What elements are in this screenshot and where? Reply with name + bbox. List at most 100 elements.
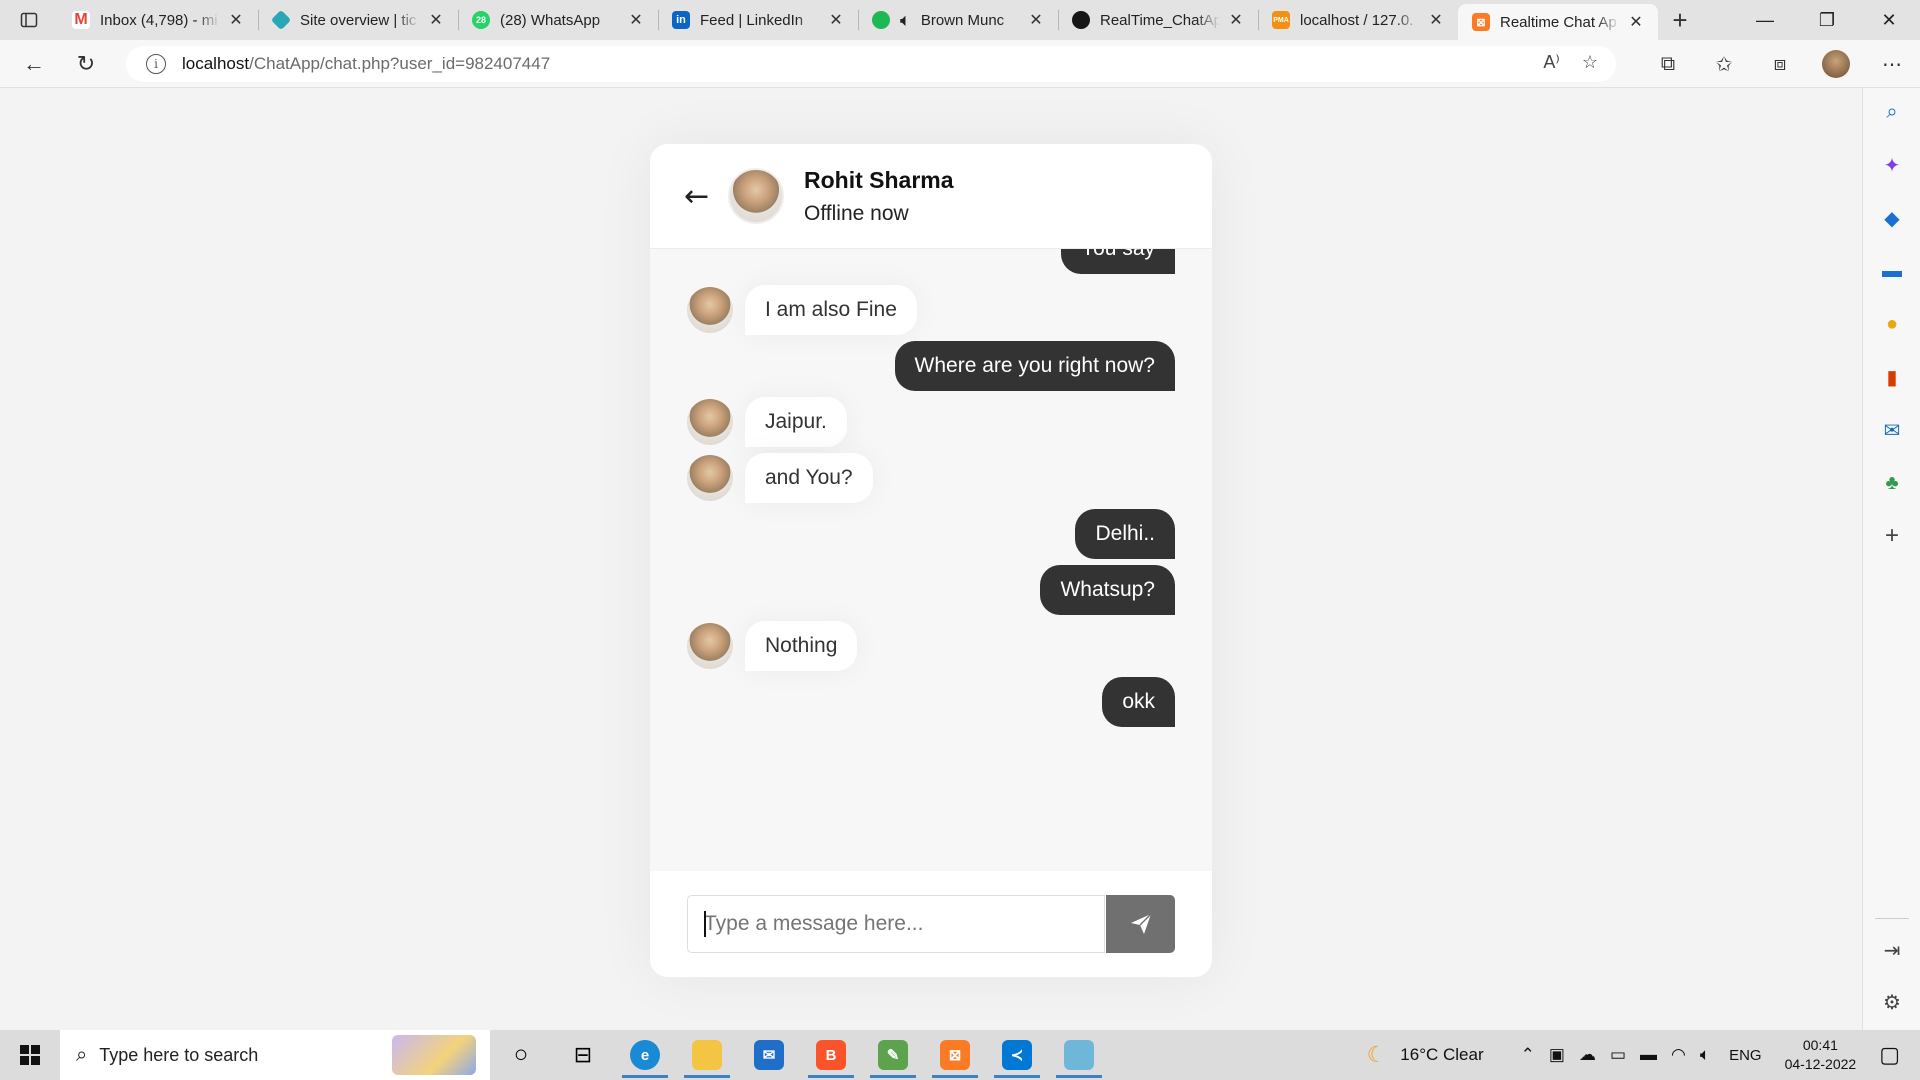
- chevron-up-icon[interactable]: ⌃: [1514, 1045, 1542, 1065]
- cloud-icon[interactable]: ☁: [1572, 1045, 1603, 1065]
- message-bubble: Delhi..: [1075, 509, 1175, 559]
- battery-icon[interactable]: ▬: [1633, 1045, 1664, 1065]
- collections-icon: ⧈: [1773, 52, 1787, 75]
- tab-close-icon[interactable]: ✕: [1226, 10, 1246, 30]
- back-arrow-icon[interactable]: ←: [684, 179, 718, 214]
- message-bubble: Where are you right now?: [894, 341, 1175, 391]
- tab-spotify[interactable]: 🔈︎ Brown Munc ✕: [858, 0, 1058, 40]
- outgoing-message: Delhi..: [1075, 509, 1175, 559]
- message-input[interactable]: [687, 895, 1105, 953]
- chat-box[interactable]: You say I am also Fine Where are you rig…: [650, 224, 1212, 871]
- shopping-tag-icon[interactable]: ◆: [1876, 202, 1908, 234]
- clock[interactable]: 00:41 04-12-2022: [1769, 1036, 1873, 1074]
- tools-icon[interactable]: ▬: [1876, 255, 1908, 287]
- tab-actions-button[interactable]: [0, 0, 58, 40]
- settings-menu-button[interactable]: ⋯: [1864, 40, 1920, 88]
- outgoing-message: okk: [1102, 677, 1175, 727]
- message-bubble: Nothing: [745, 621, 858, 671]
- taskbar-search[interactable]: ⌕ Type here to search: [60, 1030, 490, 1080]
- close-icon: ✕: [1881, 9, 1897, 30]
- address-bar[interactable]: i localhost/ChatApp/chat.php?user_id=982…: [126, 46, 1616, 82]
- diamond-icon: [270, 9, 292, 31]
- xampp-icon: ⊠: [1472, 13, 1490, 31]
- weather-text[interactable]: 16°C Clear: [1393, 1045, 1513, 1065]
- close-window-button[interactable]: ✕: [1858, 0, 1920, 40]
- send-button[interactable]: [1106, 895, 1175, 953]
- camera-icon[interactable]: ▣: [1542, 1045, 1572, 1065]
- back-button[interactable]: ←: [8, 40, 60, 88]
- tab-close-icon[interactable]: ✕: [626, 10, 646, 30]
- collections-button[interactable]: ⧈: [1752, 40, 1808, 88]
- outlook-icon[interactable]: ✉: [1876, 414, 1908, 446]
- message-bubble: Whatsup?: [1040, 565, 1175, 615]
- xampp-icon: ⊠: [940, 1040, 970, 1070]
- tab-realtime-chat[interactable]: ⊠ Realtime Chat Ap ✕: [1458, 4, 1658, 40]
- incoming-message: and You?: [687, 453, 873, 503]
- tab-gmail[interactable]: M Inbox (4,798) - mi ✕: [58, 0, 258, 40]
- start-button[interactable]: [0, 1030, 60, 1080]
- tab-phpmyadmin[interactable]: PMA localhost / 127.0. ✕: [1258, 0, 1458, 40]
- paper-plane-icon: [1130, 913, 1152, 934]
- new-tab-button[interactable]: +: [1658, 0, 1702, 40]
- incoming-message: Jaipur.: [687, 397, 847, 447]
- message-bubble: okk: [1102, 677, 1175, 727]
- cortana-button[interactable]: ○: [490, 1030, 552, 1080]
- edge-taskbar-app[interactable]: e: [614, 1030, 676, 1080]
- extensions-button[interactable]: ⧉: [1640, 40, 1696, 88]
- tab-close-icon[interactable]: ✕: [226, 10, 246, 30]
- office-icon[interactable]: ▮: [1876, 361, 1908, 393]
- wifi-icon[interactable]: ◠: [1664, 1045, 1693, 1065]
- back-arrow-icon: ←: [23, 50, 45, 76]
- avatar: [687, 455, 733, 501]
- tab-linkedin[interactable]: in Feed | LinkedIn ✕: [658, 0, 858, 40]
- restore-button[interactable]: ❐: [1796, 0, 1858, 40]
- notepad-taskbar-app[interactable]: ✎: [862, 1030, 924, 1080]
- notifications-icon[interactable]: ▢: [1872, 1042, 1920, 1068]
- tab-title: Realtime Chat Ap: [1500, 13, 1617, 31]
- language-indicator[interactable]: ENG: [1717, 1047, 1769, 1064]
- minimize-button[interactable]: —: [1734, 0, 1796, 40]
- volume-icon[interactable]: 🔈︎: [1693, 1045, 1717, 1065]
- cortana-icon: ○: [513, 1041, 529, 1068]
- games-icon[interactable]: ●: [1876, 308, 1908, 340]
- tab-close-icon[interactable]: ✕: [1426, 10, 1446, 30]
- tab-github[interactable]: RealTime_ChatAp ✕: [1058, 0, 1258, 40]
- add-sidebar-app-icon[interactable]: +: [1876, 520, 1908, 552]
- xampp-taskbar-app[interactable]: ⊠: [924, 1030, 986, 1080]
- speaker-icon[interactable]: 🔈︎: [900, 10, 911, 31]
- tab-close-icon[interactable]: ✕: [1026, 10, 1046, 30]
- site-info-icon[interactable]: i: [146, 54, 166, 74]
- tree-icon[interactable]: ♣: [1876, 467, 1908, 499]
- tab-site-overview[interactable]: Site overview | tic ✕: [258, 0, 458, 40]
- user-details: Rohit Sharma Offline now: [804, 167, 954, 226]
- tab-whatsapp[interactable]: 28 (28) WhatsApp ✕: [458, 0, 658, 40]
- toolbar-right: ⧉ ✩ ⧈ ⋯: [1640, 40, 1920, 88]
- tab-title: Brown Munc: [920, 11, 1005, 29]
- hide-sidebar-icon[interactable]: ⇥: [1876, 934, 1908, 966]
- explorer-taskbar-app[interactable]: [676, 1030, 738, 1080]
- read-aloud-icon[interactable]: A⁾: [1543, 52, 1559, 73]
- tab-strip: M Inbox (4,798) - mi ✕ Site overview | t…: [0, 0, 1920, 40]
- search-icon[interactable]: ⌕: [1876, 96, 1908, 128]
- mail-taskbar-app[interactable]: ✉: [738, 1030, 800, 1080]
- profile-button[interactable]: [1808, 40, 1864, 88]
- tab-close-icon[interactable]: ✕: [1626, 12, 1646, 32]
- sidebar-settings-icon[interactable]: ⚙: [1876, 986, 1908, 1018]
- brave-taskbar-app[interactable]: B: [800, 1030, 862, 1080]
- sparkle-icon[interactable]: ✦: [1876, 149, 1908, 181]
- url-text[interactable]: localhost/ChatApp/chat.php?user_id=98240…: [182, 54, 550, 74]
- paper-icon: [1064, 1040, 1094, 1070]
- edge-sidebar: ⌕ ✦ ◆ ▬ ● ▮ ✉ ♣ + ⇥ ⚙: [1862, 88, 1920, 1030]
- vscode-taskbar-app[interactable]: ≺: [986, 1030, 1048, 1080]
- add-favorite-icon[interactable]: ☆: [1582, 52, 1598, 73]
- app-taskbar-app[interactable]: [1048, 1030, 1110, 1080]
- tab-close-icon[interactable]: ✕: [426, 10, 446, 30]
- address-bar-actions: A⁾ ☆: [1543, 52, 1598, 73]
- favorites-button[interactable]: ✩: [1696, 40, 1752, 88]
- task-view-button[interactable]: ⊟: [552, 1030, 614, 1080]
- refresh-button[interactable]: ↻: [60, 40, 112, 88]
- outgoing-message: Where are you right now?: [894, 341, 1175, 391]
- tab-close-icon[interactable]: ✕: [826, 10, 846, 30]
- display-icon[interactable]: ▭: [1603, 1045, 1633, 1065]
- moon-icon: ☾: [1366, 1042, 1387, 1067]
